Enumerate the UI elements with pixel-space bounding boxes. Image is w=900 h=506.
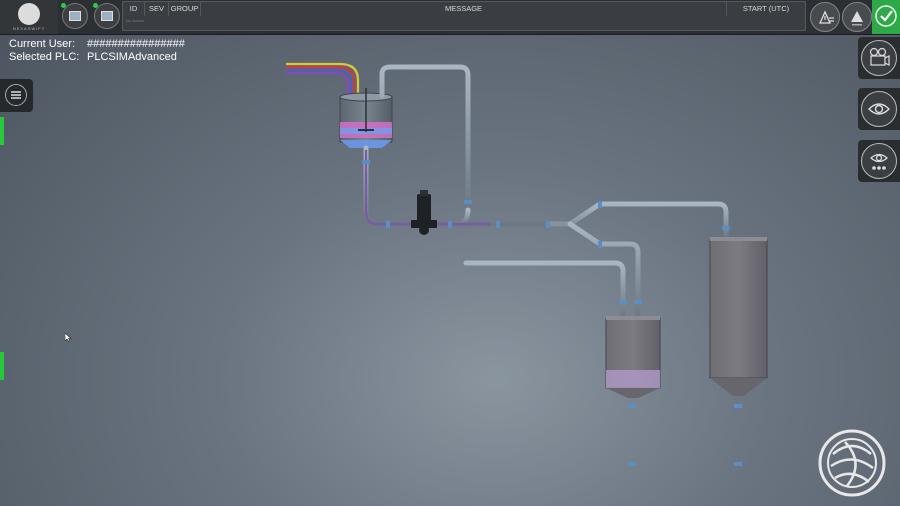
alarm-list-icon [818, 10, 834, 24]
mouse-cursor-icon [65, 333, 72, 343]
logo-mark-icon [18, 3, 40, 25]
alarm-up-icon [851, 11, 863, 26]
top-bar: NEXASWIFT ID SEV GROUP MESSAGE START (UT… [0, 0, 900, 35]
view-settings-button[interactable] [858, 140, 900, 182]
feed-lines [286, 62, 360, 96]
pipe-network [363, 64, 741, 473]
status-dot [61, 3, 66, 8]
app-logo: NEXASWIFT [0, 0, 58, 34]
column-header-sev[interactable]: SEV [145, 2, 169, 16]
column-header-group[interactable]: GROUP [169, 2, 201, 16]
user-info-panel: Current User: ################ Selected P… [9, 38, 185, 64]
product-tank [605, 316, 661, 398]
alarm-table[interactable]: ID SEV GROUP MESSAGE START (UTC) No alar… [122, 1, 806, 31]
checkmark-icon [875, 5, 897, 27]
view-button[interactable] [858, 88, 900, 130]
eye-icon [861, 91, 897, 127]
column-header-message[interactable]: MESSAGE [201, 2, 727, 16]
alarm-escalate-button[interactable] [842, 2, 872, 32]
selected-plc-label: Selected PLC: [9, 51, 80, 63]
video-camera-icon [861, 40, 897, 76]
plc-monitor-icon [101, 11, 113, 21]
eye-settings-icon [861, 143, 897, 179]
column-header-id[interactable]: ID [123, 2, 145, 16]
column-header-start[interactable]: START (UTC) [727, 2, 805, 16]
plc-monitor-icon [69, 11, 81, 21]
alarm-placeholder: No alarms [126, 18, 145, 23]
current-user-label: Current User: [9, 38, 76, 50]
status-strip [0, 352, 4, 380]
brand-logo-icon [818, 429, 886, 497]
pump [411, 190, 437, 235]
status-strip [0, 117, 4, 145]
logo-text: NEXASWIFT [12, 26, 46, 31]
process-scene [286, 62, 768, 473]
camera-button[interactable] [858, 37, 900, 79]
storage-silo [709, 237, 768, 396]
hamburger-menu-icon [5, 84, 27, 106]
plc-1-button[interactable] [61, 3, 88, 29]
system-ok-button[interactable] [872, 0, 900, 34]
plc-2-button[interactable] [93, 3, 120, 29]
selected-plc-value: PLCSIMAdvanced [87, 51, 177, 63]
menu-button[interactable] [0, 79, 33, 112]
status-dot [93, 3, 98, 8]
current-user-value: ################ [87, 38, 185, 50]
acknowledge-alarms-button[interactable] [810, 2, 840, 32]
